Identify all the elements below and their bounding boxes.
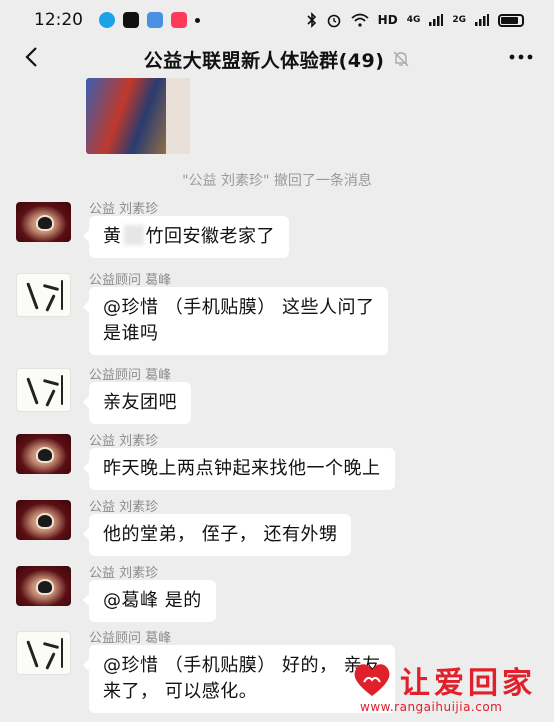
recall-notice: "公益 刘素珍" 撤回了一条消息: [182, 173, 372, 189]
avatar[interactable]: [16, 273, 71, 317]
status-indicators: HD 4G 2G: [307, 12, 524, 28]
watermark-logo: 让爱回家 www.rangaihuijia.com: [346, 658, 546, 718]
message-text: 他的堂弟， 侄子， 还有外甥: [103, 524, 338, 545]
back-button[interactable]: [16, 42, 46, 72]
sender-name: 公益 刘素珍: [89, 566, 159, 581]
message-text: @珍惜 （手机贴膜） 好的， 亲友: [103, 655, 381, 676]
message-bubble[interactable]: 黄 竹回安徽老家了: [83, 216, 289, 258]
tiktok-icon: [123, 12, 139, 28]
bluetooth-icon: [307, 12, 316, 28]
avatar[interactable]: [16, 434, 71, 474]
video-app-icon: [171, 12, 187, 28]
heart-hands-icon: [354, 664, 390, 696]
more-dots-icon: [509, 54, 533, 60]
message-text: @葛峰 是的: [103, 590, 202, 611]
notification-dot-icon: [195, 17, 200, 23]
sender-name: 公益 刘素珍: [89, 500, 159, 515]
signal-bars-icon: [429, 14, 444, 26]
avatar[interactable]: [16, 202, 71, 242]
signal-2g-label: 2G: [452, 15, 466, 25]
blurred-text: [123, 225, 144, 245]
avatar[interactable]: [16, 368, 71, 412]
chevron-left-icon: [25, 47, 37, 67]
alarm-icon: [327, 14, 340, 28]
message-bubble[interactable]: @珍惜 （手机贴膜） 这些人问了 是谁吗: [82, 287, 389, 355]
avatar[interactable]: [16, 500, 71, 540]
message-bubble[interactable]: 亲友团吧: [83, 382, 191, 424]
hd-label: HD: [377, 13, 398, 27]
sender-name: 公益顾问 葛峰: [89, 273, 172, 288]
page-title: 公益大联盟新人体验群(49): [143, 49, 385, 72]
status-time: 12:20: [34, 10, 83, 30]
wifi-icon: [351, 13, 369, 27]
signal-4g-label: 4G: [406, 15, 421, 25]
sender-name: 公益顾问 葛峰: [89, 368, 172, 383]
message-text: 昨天晚上两点钟起来找他一个晚上: [103, 458, 381, 479]
battery-icon: [498, 13, 524, 27]
message-text: 亲友团吧: [103, 392, 177, 413]
sender-name: 公益顾问 葛峰: [89, 631, 172, 646]
avatar[interactable]: [16, 566, 71, 606]
chat-area[interactable]: "公益 刘素珍" 撤回了一条消息 公益 刘素珍 黄 竹回安徽老家了 公益顾问 葛峰…: [0, 78, 554, 722]
image-message-thumbnail[interactable]: [86, 78, 190, 154]
status-app-icons: [99, 12, 200, 28]
message-text: 是谁吗: [103, 323, 159, 344]
bilibili-icon: [147, 12, 163, 28]
message-bubble[interactable]: 昨天晚上两点钟起来找他一个晚上: [83, 448, 395, 490]
chat-header: 公益大联盟新人体验群(49): [0, 40, 554, 78]
sender-name: 公益 刘素珍: [89, 202, 159, 217]
signal-bars-icon: [475, 14, 489, 26]
sender-name: 公益 刘素珍: [89, 434, 159, 449]
qq-icon: [99, 12, 115, 28]
message-text: 竹回安徽老家了: [145, 226, 275, 247]
message-text: @珍惜 （手机贴膜） 这些人问了: [103, 297, 375, 318]
message-bubble[interactable]: @葛峰 是的: [83, 580, 216, 622]
more-button[interactable]: [506, 42, 536, 72]
message-text: 来了， 可以感化。: [103, 681, 258, 702]
avatar[interactable]: [16, 631, 71, 675]
message-text: 黄: [103, 226, 122, 247]
watermark-text: 让爱回家: [400, 666, 536, 701]
message-bubble[interactable]: 他的堂弟， 侄子， 还有外甥: [82, 514, 352, 556]
bell-off-icon: [393, 51, 409, 67]
watermark-url: www.rangaihuijia.com: [360, 700, 503, 714]
status-bar: 12:20 HD 4G 2G: [0, 0, 554, 40]
